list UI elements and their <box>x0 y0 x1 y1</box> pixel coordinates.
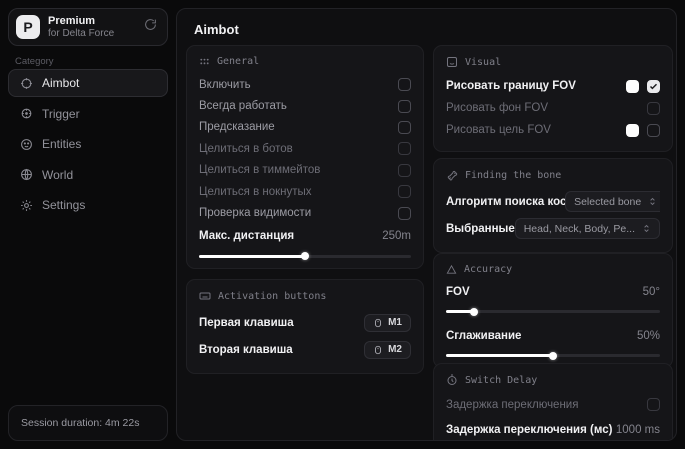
toggle-label: Проверка видимости <box>199 207 311 219</box>
bone-algorithm-select[interactable]: Selected bone <box>565 191 660 212</box>
visual-card: Visual Рисовать границу FOV Рисовать фон… <box>433 45 673 152</box>
page-title: Aimbot <box>194 22 239 37</box>
checkbox-aim-knocked[interactable] <box>398 185 411 198</box>
checkbox-visibility-check[interactable] <box>398 207 411 220</box>
checkbox-draw-fov-background[interactable] <box>647 102 660 115</box>
visual-label: Рисовать цель FOV <box>446 124 551 136</box>
sidebar-item-settings[interactable]: Settings <box>8 191 168 219</box>
toggle-label: Целиться в тиммейтов <box>199 164 320 176</box>
section-title: Accuracy <box>464 264 512 275</box>
visual-label: Рисовать фон FOV <box>446 102 548 114</box>
checkbox-switch-delay[interactable] <box>647 398 660 411</box>
smoothing-value: 50% <box>637 330 660 342</box>
slider-value: 250m <box>382 230 411 242</box>
sidebar-item-label: Trigger <box>42 107 80 121</box>
section-title: Activation buttons <box>218 291 326 302</box>
crosshair-icon <box>20 77 33 90</box>
session-duration: Session duration: 4m 22s <box>8 405 168 441</box>
activation-card: Activation buttons Первая клавиша M1 Вто… <box>186 279 424 374</box>
section-title: Visual <box>465 57 501 68</box>
switch-delay-toggle-label: Задержка переключения <box>446 399 578 411</box>
toggle-label: Включить <box>199 79 251 91</box>
toggle-label: Предсказание <box>199 121 275 133</box>
second-key-button[interactable]: M2 <box>364 341 411 359</box>
mouse-icon <box>373 318 383 328</box>
sidebar-item-world[interactable]: World <box>8 161 168 189</box>
checkbox-prediction[interactable] <box>398 121 411 134</box>
bone-icon <box>446 169 458 181</box>
chevrons-up-down-icon <box>648 197 657 206</box>
switch-delay-ms-value: 1000 ms <box>616 424 660 436</box>
brand-card: P Premium for Delta Force <box>8 8 168 46</box>
key-label: Вторая клавиша <box>199 344 293 356</box>
triangle-icon <box>446 264 457 275</box>
toggle-label: Всегда работать <box>199 100 287 112</box>
bone-algo-label: Алгоритм поиска кости <box>446 196 579 208</box>
sidebar-item-label: Entities <box>42 137 81 151</box>
sidebar-item-entities[interactable]: Entities <box>8 130 168 158</box>
grid-icon <box>199 56 210 67</box>
fov-slider[interactable] <box>446 310 660 313</box>
sidebar-item-label: Settings <box>42 198 85 212</box>
checkbox-draw-fov-target[interactable] <box>647 124 660 137</box>
first-key-button[interactable]: M1 <box>364 314 411 332</box>
slider-label: Макс. дистанция <box>199 230 294 242</box>
keyboard-icon <box>199 290 211 302</box>
selected-bones-select[interactable]: Head, Neck, Body, Pe... <box>515 218 660 239</box>
max-distance-slider[interactable] <box>199 255 411 258</box>
smoothing-slider[interactable] <box>446 354 660 357</box>
sidebar-item-label: World <box>42 168 73 182</box>
globe-icon <box>20 168 33 181</box>
section-title: General <box>217 56 259 67</box>
checkbox-enable[interactable] <box>398 78 411 91</box>
entities-icon <box>20 138 33 151</box>
sidebar-nav: Aimbot Trigger Entities World Settings <box>8 69 168 222</box>
fov-label: FOV <box>446 286 470 298</box>
sidebar-item-trigger[interactable]: Trigger <box>8 100 168 128</box>
fov-value: 50° <box>643 286 660 298</box>
toggle-label: Целиться в ботов <box>199 143 293 155</box>
brand-title: Premium <box>48 15 136 28</box>
fov-target-color-swatch[interactable] <box>626 124 639 137</box>
timer-icon <box>446 374 458 386</box>
section-title: Switch Delay <box>465 375 537 386</box>
checkbox-always-work[interactable] <box>398 100 411 113</box>
main-panel: Aimbot General Включить Всегда работать … <box>176 8 677 441</box>
app-logo: P <box>16 15 40 39</box>
sidebar: P Premium for Delta Force Category Aimbo… <box>0 0 176 449</box>
category-label: Category <box>15 56 54 67</box>
key-label: Первая клавиша <box>199 317 294 329</box>
switch-delay-card: Switch Delay Задержка переключения Задер… <box>433 363 673 441</box>
sidebar-item-label: Aimbot <box>42 76 79 90</box>
target-icon <box>20 107 33 120</box>
switch-delay-ms-label: Задержка переключения (мс) <box>446 424 612 436</box>
general-card: General Включить Всегда работать Предска… <box>186 45 424 269</box>
mouse-icon <box>373 345 383 355</box>
smoothing-label: Сглаживание <box>446 330 521 342</box>
bone-card: Finding the bone Алгоритм поиска кости S… <box>433 158 673 253</box>
refresh-icon[interactable] <box>144 18 157 36</box>
fov-border-color-swatch[interactable] <box>626 80 639 93</box>
visual-label: Рисовать границу FOV <box>446 80 576 92</box>
toggle-label: Целиться в нокнутых <box>199 186 312 198</box>
visual-icon <box>446 56 458 68</box>
section-title: Finding the bone <box>465 170 561 181</box>
checkbox-draw-fov-border[interactable] <box>647 80 660 93</box>
checkbox-aim-teammates[interactable] <box>398 164 411 177</box>
gear-icon <box>20 199 33 212</box>
accuracy-card: Accuracy FOV 50° Сглаживание 50% <box>433 253 673 368</box>
checkbox-aim-bots[interactable] <box>398 142 411 155</box>
chevrons-up-down-icon <box>642 224 651 233</box>
brand-subtitle: for Delta Force <box>48 28 136 40</box>
sidebar-item-aimbot[interactable]: Aimbot <box>8 69 168 97</box>
